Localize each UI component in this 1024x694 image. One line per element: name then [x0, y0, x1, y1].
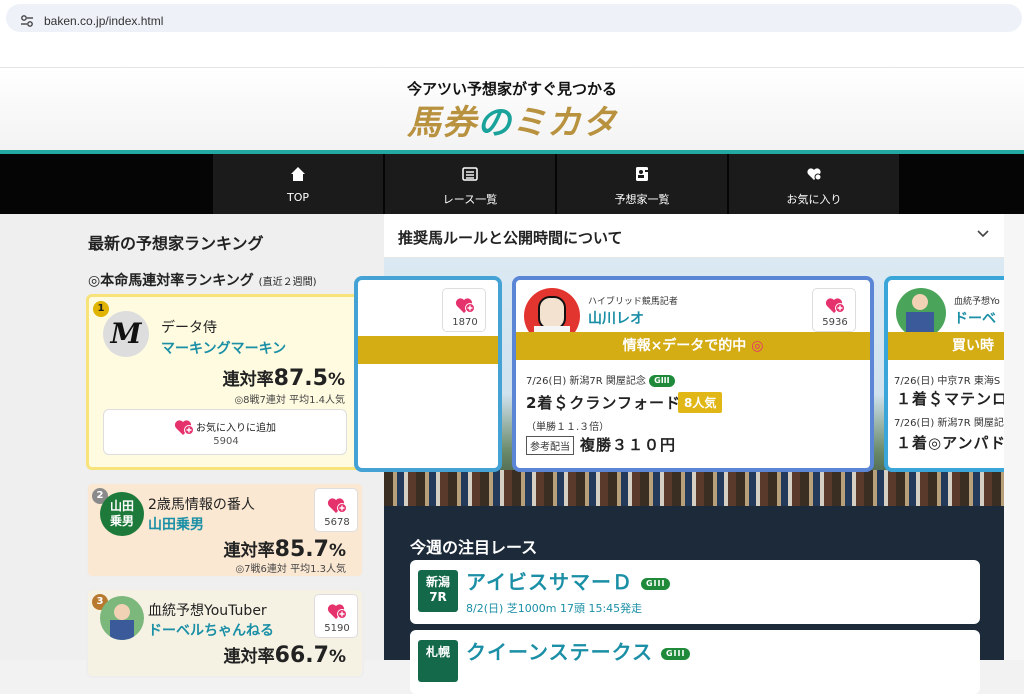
ranking-card-1[interactable]: 1 M データ侍 マーキングマーキン 連対率87.5% ◎8戦7連対 平均1.4… [86, 294, 364, 470]
favorite-heart-icon [825, 298, 845, 313]
race-line: 7/26(日) 新潟7R 関屋記念 GIII [526, 372, 675, 387]
favorite-count: 5678 [324, 517, 350, 528]
rank-badge: 1 [93, 301, 109, 317]
race-name: クイーンステークス GIII [466, 636, 691, 665]
racetrack-image [384, 470, 1004, 506]
main-nav: TOP レース一覧 予想家一覧 お気に入り [0, 154, 1024, 214]
grade-badge: GIII [660, 647, 691, 660]
ranking-card-3[interactable]: 3 血統予想YouTuber ドーベルちゃんねる 5190 連対率66.7% [86, 588, 364, 678]
nav-predictor-list-label: 予想家一覧 [614, 193, 670, 206]
avatar: M [103, 311, 149, 357]
favorite-count: 1870 [452, 317, 478, 328]
page-scrollbar[interactable] [1004, 214, 1024, 660]
venue-badge: 新潟 7R [418, 570, 458, 612]
featured-races: 今週の注目レース 新潟 7R アイビスサマーＤ GIII 8/2(日) 芝1000… [384, 506, 1004, 694]
card-tagline: 情報×データで的中 [622, 338, 747, 354]
ranking-sidebar: 最新の予想家ランキング ◎本命馬連対率ランキング (直近２週間) 1 M データ… [0, 214, 384, 678]
race-name: アイビスサマーＤ GIII [466, 566, 671, 595]
nav-predictor-list[interactable]: 予想家一覧 [557, 154, 727, 214]
chevron-down-icon [977, 230, 989, 238]
target-icon: ◎ [751, 338, 764, 354]
browser-address-bar: baken.co.jp/index.html [0, 0, 1024, 36]
grade-badge: GIII [649, 375, 675, 387]
favorite-count: 5904 [213, 436, 239, 447]
race-line: 7/26(日) 中京7R 東海S [894, 376, 1001, 387]
venue-badge: 札幌 [418, 640, 458, 682]
card-band: 情報×データで的中 ◎ [516, 332, 870, 360]
ranking-subtitle-note: (直近２週間) [258, 277, 317, 288]
ranking-subtitle: ◎本命馬連対率ランキング (直近２週間) [88, 273, 317, 289]
predictor-carousel[interactable]: 1870 ハイブリッド競馬記者 山川レオ 5936 情報×データで的中 ◎ 7/… [354, 258, 1024, 506]
grade-badge: GIII [640, 577, 671, 590]
predictor-name[interactable]: 山田乗男 [148, 514, 204, 534]
favorite-heart-icon [455, 298, 475, 313]
carousel-card[interactable]: ハイブリッド競馬記者 山川レオ 5936 情報×データで的中 ◎ 7/26(日)… [512, 276, 874, 472]
predictor-category: データ侍 [161, 320, 217, 336]
race-line: 7/26(日) 新潟7R 関屋記 [894, 418, 1004, 429]
predictor-role: ハイブリッド競馬記者 [588, 297, 678, 307]
nav-race-list[interactable]: レース一覧 [385, 154, 555, 214]
list-icon [462, 167, 478, 181]
avatar: 山田乗男 [100, 492, 144, 536]
predictor-role: 血統予想Yo [954, 297, 1000, 307]
nav-favorites-label: お気に入り [786, 193, 842, 206]
site-logo[interactable]: 馬券のミカタ [0, 95, 1024, 144]
site-settings-icon[interactable] [20, 14, 34, 28]
predictor-name[interactable]: 山川レオ [588, 308, 644, 328]
nav-favorites[interactable]: お気に入り [729, 154, 899, 214]
main-content: 推奨馬ルールと公開時間について 1870 ハイブリッド競馬記者 山川レオ 593… [354, 214, 1024, 694]
add-favorite-label: お気に入りに追加 [196, 423, 276, 434]
reference-label: 参考配当 [526, 436, 574, 455]
carousel-card[interactable]: 血統予想Yo ドーベ 買い時 7/26(日) 中京7R 東海S １着＄マテンロ … [884, 276, 1024, 472]
favorite-button[interactable]: 5190 [314, 594, 358, 638]
home-icon [291, 167, 305, 181]
nav-top[interactable]: TOP [213, 154, 383, 214]
site-header: 今アツい予想家がすぐ見つかる 馬券のミカタ [0, 68, 1024, 150]
favorite-heart-icon [327, 604, 347, 619]
top-strip [0, 36, 1024, 68]
race-item[interactable]: 札幌 クイーンステークス GIII [410, 630, 980, 694]
avatar [100, 596, 144, 640]
nav-top-label: TOP [286, 191, 309, 204]
favorite-count: 5936 [822, 317, 848, 328]
win-rate: 連対率87.5% [222, 366, 345, 391]
ranking-card-2[interactable]: 2 山田乗男 2歳馬情報の番人 山田乗男 5678 連対率85.7% ◎7戦6連… [86, 482, 364, 578]
race-info: 8/2(日) 芝1000m 17頭 15:45発走 [466, 602, 643, 615]
result-line: 2着＄クランフォード [526, 394, 681, 412]
win-stat: ◎8戦7連対 平均1.4人気 [234, 395, 345, 406]
win-stat: ◎7戦6連対 平均1.3人気 [235, 564, 346, 575]
ranking-title: 最新の予想家ランキング [88, 234, 264, 253]
add-favorite-button[interactable]: お気に入りに追加 5904 [103, 409, 347, 455]
favorite-count: 5190 [324, 623, 350, 634]
predictor-category: 2歳馬情報の番人 [148, 497, 255, 513]
rules-accordion[interactable]: 推奨馬ルールと公開時間について [384, 214, 1004, 258]
card-band [358, 336, 498, 364]
heart-icon [807, 168, 822, 181]
result-line: １着◎アンパド [896, 434, 1006, 452]
result-line: １着＄マテンロ [896, 390, 1009, 408]
nav-race-list-label: レース一覧 [442, 193, 498, 206]
payout-text: 複勝３１０円 [580, 436, 677, 454]
win-rate: 連対率85.7% [223, 537, 346, 562]
avatar [896, 288, 946, 338]
predictor-name[interactable]: ドーベ [954, 308, 996, 328]
profile-icon [636, 167, 648, 181]
favorite-button[interactable]: 1870 [442, 288, 486, 332]
race-item[interactable]: 新潟 7R アイビスサマーＤ GIII 8/2(日) 芝1000m 17頭 15:… [410, 560, 980, 624]
odds-text: （単勝１１.３倍） [526, 422, 610, 433]
carousel-card[interactable]: 1870 [354, 276, 502, 472]
url-text: baken.co.jp/index.html [44, 14, 164, 28]
favorite-button[interactable]: 5678 [314, 488, 358, 532]
win-rate: 連対率66.7% [223, 643, 346, 668]
featured-races-title: 今週の注目レース [410, 538, 538, 557]
favorite-heart-icon [327, 498, 347, 513]
accordion-title: 推奨馬ルールと公開時間について [398, 229, 623, 247]
url-field[interactable]: baken.co.jp/index.html [6, 4, 1022, 32]
popularity-badge: 8人気 [678, 392, 723, 413]
favorite-button[interactable]: 5936 [812, 288, 856, 332]
predictor-name[interactable]: マーキングマーキン [161, 338, 286, 358]
predictor-category: 血統予想YouTuber [148, 603, 267, 619]
predictor-name[interactable]: ドーベルちゃんねる [148, 620, 274, 640]
